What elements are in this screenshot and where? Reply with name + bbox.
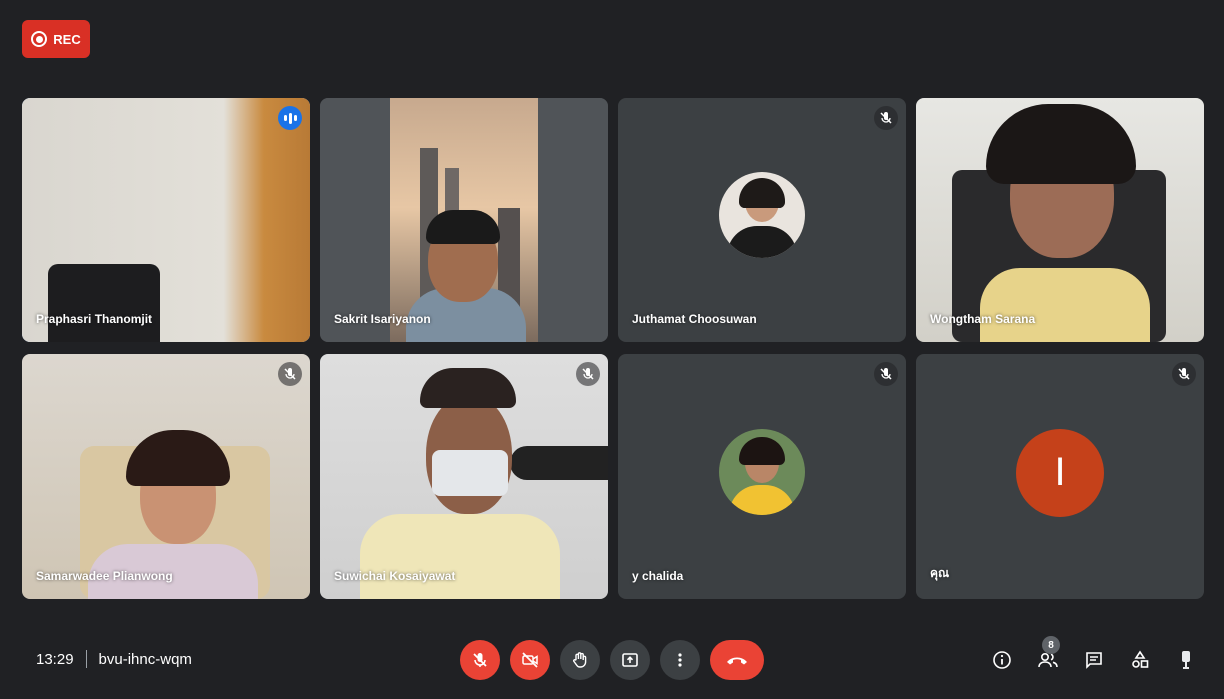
hang-up-icon: [727, 657, 747, 665]
present-button[interactable]: [610, 640, 650, 680]
participant-tile[interactable]: Samarwadee Plianwong: [22, 354, 310, 599]
recording-label: REC: [53, 31, 81, 47]
participant-name: Sakrit Isariyanon: [334, 312, 431, 326]
divider: [85, 650, 87, 668]
activities-icon: [1132, 650, 1149, 668]
participant-name: Juthamat Choosuwan: [632, 312, 757, 326]
raise-hand-button[interactable]: [560, 640, 600, 680]
participant-tile[interactable]: y chalida: [618, 354, 906, 599]
mic-toggle-button[interactable]: [460, 640, 500, 680]
record-icon: [31, 31, 48, 47]
participant-name: คุณ: [930, 566, 950, 580]
video-feed: [916, 98, 1204, 342]
participant-tile[interactable]: Wongtham Sarana: [916, 98, 1204, 342]
speaking-indicator-icon: [278, 106, 302, 130]
chat-icon: [1086, 652, 1102, 669]
mic-off-icon: [473, 653, 487, 667]
bottom-toolbar: 13:29 bvu-ihnc-wqm 8: [0, 628, 1224, 694]
participant-tile[interactable]: Sakrit Isariyanon: [320, 98, 608, 342]
recording-indicator[interactable]: REC: [22, 20, 90, 58]
video-feed: [320, 98, 608, 342]
participant-tile[interactable]: Suwichai Kosaiyawat: [320, 354, 608, 599]
participant-name: Suwichai Kosaiyawat: [334, 569, 456, 583]
mic-off-icon: [1172, 362, 1196, 386]
video-feed: [320, 354, 608, 599]
participant-name: Praphasri Thanomjit: [36, 312, 153, 326]
call-controls: [460, 640, 764, 680]
meet-window: REC Praphasri Thanomjit Sakrit Isariyano…: [0, 0, 1224, 699]
meeting-details-button[interactable]: [986, 644, 1018, 676]
lock-person-icon: [1182, 651, 1190, 669]
participant-tile[interactable]: Juthamat Choosuwan: [618, 98, 906, 342]
leave-call-button[interactable]: [710, 640, 764, 680]
present-icon: [622, 653, 638, 667]
participant-name: Wongtham Sarana: [930, 312, 1036, 326]
participant-avatar: [719, 428, 805, 515]
participant-name: Samarwadee Plianwong: [36, 569, 173, 583]
video-feed: [22, 354, 310, 599]
video-feed: [22, 98, 310, 342]
mic-off-icon: [278, 362, 302, 386]
participant-tile[interactable]: I คุณ: [916, 354, 1204, 599]
meeting-time: 13:29: [36, 650, 74, 668]
mic-off-icon: [874, 106, 898, 130]
more-options-button[interactable]: [660, 640, 700, 680]
chat-button[interactable]: [1078, 644, 1110, 676]
participant-avatar: [719, 172, 805, 258]
meeting-info: 13:29 bvu-ihnc-wqm: [36, 650, 192, 668]
host-controls-button[interactable]: [1170, 644, 1202, 676]
participant-tile[interactable]: Praphasri Thanomjit: [22, 98, 310, 342]
participant-name: y chalida: [632, 569, 684, 583]
mic-off-icon: [576, 362, 600, 386]
participants-button[interactable]: 8: [1032, 636, 1064, 676]
raise-hand-icon: [573, 652, 587, 668]
mic-off-icon: [874, 362, 898, 386]
camera-off-icon: [522, 652, 538, 668]
activities-button[interactable]: [1124, 644, 1156, 676]
participants-count-badge: 8: [1042, 636, 1060, 654]
participant-grid: Praphasri Thanomjit Sakrit Isariyanon Ju…: [22, 98, 1208, 599]
more-icon: [678, 653, 682, 667]
chair-image: [48, 264, 160, 342]
participant-initial-avatar: I: [1016, 428, 1104, 517]
side-controls: 8: [986, 636, 1202, 676]
info-icon: [993, 651, 1011, 669]
meeting-code: bvu-ihnc-wqm: [98, 650, 192, 668]
camera-toggle-button[interactable]: [510, 640, 550, 680]
